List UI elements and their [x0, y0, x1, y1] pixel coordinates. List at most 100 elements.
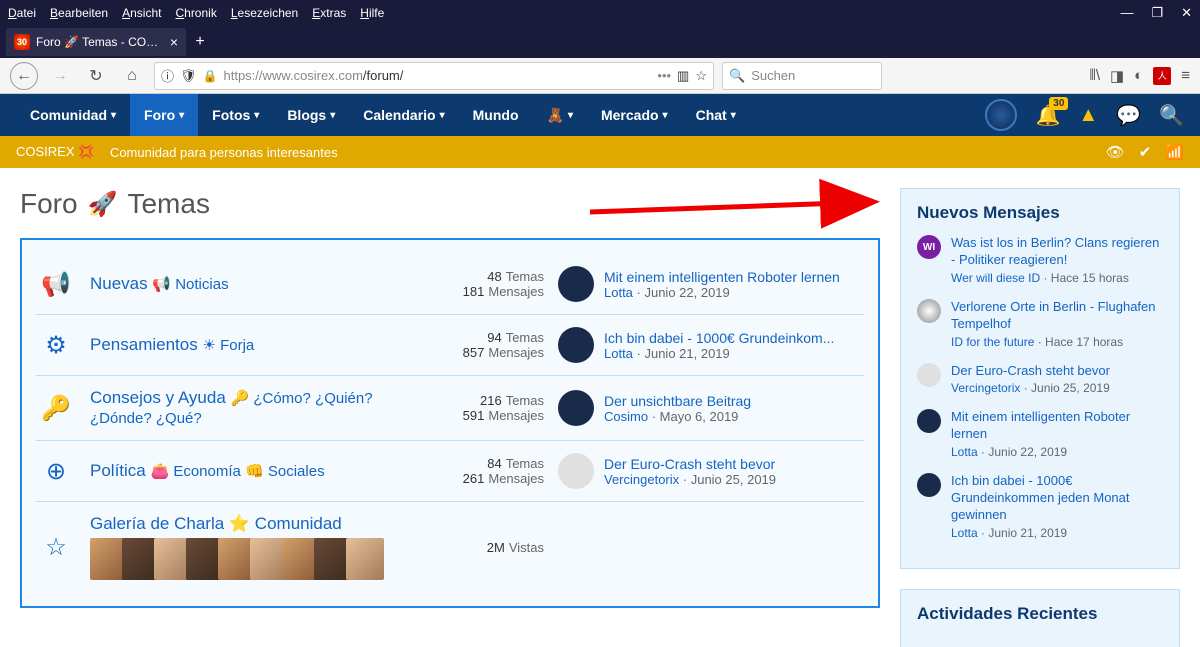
- forum-stats: 84Temas261Mensajes: [424, 456, 544, 486]
- forum-row: 📢 Nuevas 📢 Noticias 48Temas181Mensajes Mit …: [36, 254, 864, 315]
- sidebar-message: Verlorene Orte in Berlin - Flughafen Tem…: [917, 299, 1163, 349]
- widget-title: Actividades Recientes: [917, 604, 1163, 624]
- nav-comunidad[interactable]: Comunidad▾: [16, 94, 130, 136]
- pdf-icon[interactable]: 人: [1153, 67, 1171, 85]
- last-post-user[interactable]: Lotta: [604, 346, 633, 361]
- forward-button[interactable]: →: [46, 62, 74, 90]
- avatar[interactable]: [558, 266, 594, 302]
- window-minimize[interactable]: —: [1120, 5, 1133, 21]
- nav-calendario[interactable]: Calendario▾: [349, 94, 458, 136]
- library-icon[interactable]: ⫴\: [1090, 67, 1100, 84]
- reader-icon[interactable]: ▥: [677, 68, 689, 84]
- avatar[interactable]: [917, 363, 941, 387]
- nav-mercado[interactable]: Mercado▾: [587, 94, 682, 136]
- rocket-icon: 🚀: [88, 190, 118, 219]
- message-user[interactable]: Lotta: [951, 526, 978, 540]
- chat-icon[interactable]: 💬: [1116, 103, 1141, 128]
- widget-title: Nuevos Mensajes: [917, 203, 1163, 223]
- message-user[interactable]: ID for the future: [951, 335, 1034, 349]
- message-title[interactable]: Mit einem intelligenten Roboter lernen: [951, 409, 1163, 443]
- nav-blogs[interactable]: Blogs▾: [273, 94, 349, 136]
- menu-bearbeiten[interactable]: Bearbeiten: [50, 6, 108, 20]
- message-title[interactable]: Ich bin dabei - 1000€ Grundeinkommen jed…: [951, 473, 1163, 524]
- star-icon[interactable]: ☆: [695, 68, 707, 84]
- page-title: Foro 🚀 Temas: [20, 188, 880, 220]
- warning-icon[interactable]: ▲: [1078, 104, 1098, 127]
- avatar[interactable]: [917, 299, 941, 323]
- url-text: https://www.cosirex.com/forum/: [223, 68, 651, 83]
- message-user[interactable]: Vercingetorix: [951, 381, 1020, 395]
- gallery-thumbs[interactable]: [90, 538, 410, 580]
- window-maximize[interactable]: ❐: [1151, 5, 1163, 21]
- last-post-title[interactable]: Ich bin dabei - 1000€ Grundeinkom...: [604, 330, 834, 346]
- forum-link[interactable]: Pensamientos ☀ Forja: [90, 335, 254, 354]
- rss-icon[interactable]: 📶: [1165, 143, 1184, 161]
- avatar[interactable]: [917, 473, 941, 497]
- last-post-user[interactable]: Lotta: [604, 285, 633, 300]
- message-user[interactable]: Wer will diese ID: [951, 271, 1040, 285]
- sidebar-message: Ich bin dabei - 1000€ Grundeinkommen jed…: [917, 473, 1163, 540]
- forum-link[interactable]: Galería de Charla ⭐ Comunidad: [90, 514, 342, 533]
- message-title[interactable]: Der Euro-Crash steht bevor: [951, 363, 1110, 380]
- tab-close[interactable]: ×: [170, 34, 178, 50]
- forum-icon: ⚙: [36, 331, 76, 360]
- search-placeholder: Suchen: [751, 68, 795, 83]
- message-title[interactable]: Verlorene Orte in Berlin - Flughafen Tem…: [951, 299, 1163, 333]
- message-title[interactable]: Was ist los in Berlin? Clans regieren - …: [951, 235, 1163, 269]
- menu-extras[interactable]: Extras: [312, 6, 346, 20]
- forum-stats: 2MVistas: [424, 540, 544, 555]
- window-titlebar: Datei Bearbeiten Ansicht Chronik Lesezei…: [0, 0, 1200, 26]
- sidebar-icon[interactable]: ◨: [1110, 67, 1124, 85]
- avatar[interactable]: [558, 390, 594, 426]
- nav-chat[interactable]: Chat▾: [682, 94, 750, 136]
- menu-datei[interactable]: Datei: [8, 6, 36, 20]
- forum-link[interactable]: Nuevas 📢 Noticias: [90, 274, 229, 293]
- forum-link[interactable]: Consejos y Ayuda 🔑 ¿Cómo? ¿Quién? ¿Dónde…: [90, 388, 373, 427]
- forum-row: ☆Galería de Charla ⭐ Comunidad2MVistas: [36, 502, 864, 592]
- url-more-icon[interactable]: •••: [657, 68, 671, 83]
- search-icon[interactable]: 🔍: [1159, 103, 1184, 128]
- user-avatar[interactable]: [985, 99, 1017, 131]
- home-button[interactable]: ⌂: [118, 62, 146, 90]
- menu-chronik[interactable]: Chronik: [175, 6, 216, 20]
- avatar[interactable]: WI: [917, 235, 941, 259]
- nav-🧸[interactable]: 🧸▾: [533, 94, 587, 136]
- last-post-title[interactable]: Der Euro-Crash steht bevor: [604, 456, 776, 472]
- tab-favicon: 30: [14, 34, 30, 50]
- last-post-title[interactable]: Mit einem intelligenten Roboter lernen: [604, 269, 840, 285]
- shield-icon[interactable]: 🛡: [180, 68, 197, 84]
- forum-row: ⊕Política 👛 Economía 👊 Sociales84Temas26…: [36, 441, 864, 502]
- search-bar[interactable]: 🔍 Suchen: [722, 62, 882, 90]
- avatar[interactable]: [558, 453, 594, 489]
- reload-button[interactable]: ↻: [82, 62, 110, 90]
- forum-link[interactable]: Política 👛 Economía 👊 Sociales: [90, 461, 325, 480]
- info-icon[interactable]: ⓘ: [161, 66, 174, 85]
- watch-icon[interactable]: 👁: [1106, 143, 1125, 161]
- window-close[interactable]: ✕: [1181, 5, 1192, 21]
- new-tab-button[interactable]: +: [186, 28, 214, 56]
- forum-icon: 🔑: [36, 394, 76, 423]
- avatar[interactable]: [558, 327, 594, 363]
- forum-stats: 48Temas181Mensajes: [424, 269, 544, 299]
- nav-fotos[interactable]: Fotos▾: [198, 94, 273, 136]
- last-post-title[interactable]: Der unsichtbare Beitrag: [604, 393, 751, 409]
- forum-list: 📢 Nuevas 📢 Noticias 48Temas181Mensajes Mit …: [20, 238, 880, 608]
- breadcrumb-site[interactable]: COSIREX 💢: [16, 144, 94, 160]
- menu-hilfe[interactable]: Hilfe: [360, 6, 384, 20]
- nav-mundo[interactable]: Mundo: [459, 94, 533, 136]
- url-bar[interactable]: ⓘ 🛡 🔒 https://www.cosirex.com/forum/ •••…: [154, 62, 714, 90]
- hamburger-icon[interactable]: ≡: [1181, 67, 1190, 84]
- message-user[interactable]: Lotta: [951, 445, 978, 459]
- sync-icon[interactable]: ◐: [1134, 67, 1143, 84]
- nav-foro[interactable]: Foro▾: [130, 94, 198, 136]
- last-post-user[interactable]: Vercingetorix: [604, 472, 679, 487]
- menu-ansicht[interactable]: Ansicht: [122, 6, 161, 20]
- check-icon[interactable]: ✔: [1139, 143, 1152, 161]
- back-button[interactable]: ←: [10, 62, 38, 90]
- avatar[interactable]: [917, 409, 941, 433]
- bell-icon[interactable]: 🔔30: [1035, 103, 1060, 128]
- browser-tab[interactable]: 30 Foro 🚀 Temas - COSIREX 💢 ×: [6, 28, 186, 56]
- last-post-user[interactable]: Cosimo: [604, 409, 648, 424]
- menu-lesezeichen[interactable]: Lesezeichen: [231, 6, 298, 20]
- forum-icon: 📢: [36, 270, 76, 299]
